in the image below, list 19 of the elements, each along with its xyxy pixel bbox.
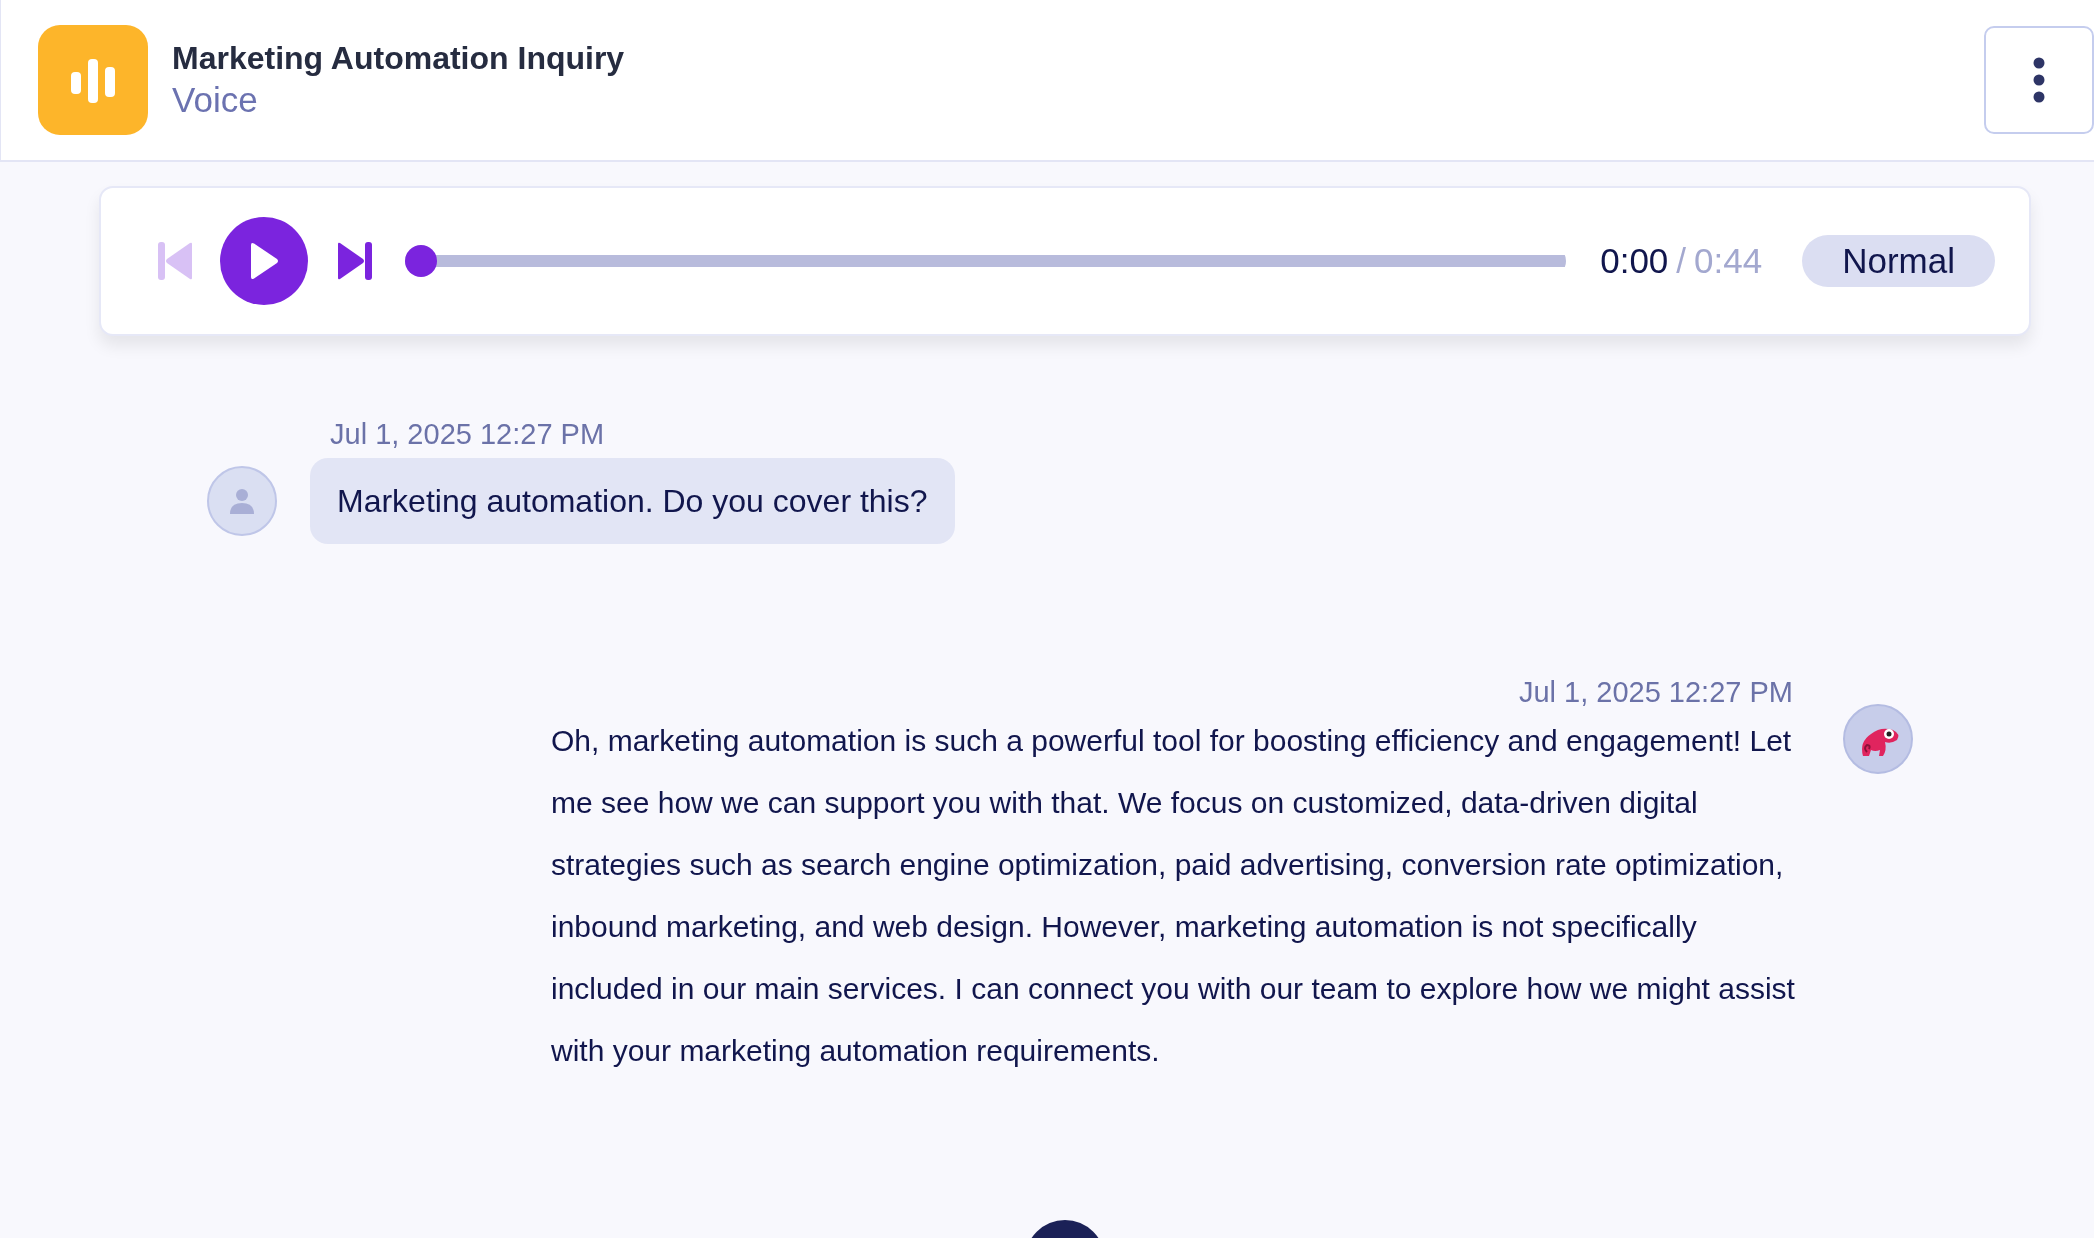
message-timestamp: Jul 1, 2025 12:27 PM [330, 417, 605, 452]
channel-label: Voice [172, 79, 259, 121]
time-separator: / [1676, 239, 1687, 282]
message-bubble: Marketing automation. Do you cover this? [310, 458, 955, 544]
total-duration: 0:44 [1694, 239, 1763, 282]
next-button[interactable] [335, 241, 375, 281]
current-time: 0:00 [1600, 239, 1669, 282]
skip-forward-icon [338, 242, 372, 280]
sound-bars-icon [69, 57, 117, 103]
playback-speed-button[interactable]: Normal [1802, 235, 1995, 287]
conversation-title: Marketing Automation Inquiry [172, 39, 625, 78]
message-timestamp: Jul 1, 2025 12:27 PM [1518, 675, 1793, 710]
message-text: Oh, marketing automation is such a powerful tool for boosting efficiency and engagement! Let me see how we can support you with that. We focus on customized, data-driven digital strategies such as search engine optimization, paid advertising, conversion rate optimization, inbound marketing, and web design. However, marketing automation is not specifically included in our main services. I can connect you with our team to explore how we might assist with your marketing automation requirements. [551, 723, 1796, 1069]
vertical-dots-icon [2033, 57, 2045, 103]
more-options-button[interactable] [1984, 26, 2094, 134]
progress-thumb[interactable] [405, 245, 437, 277]
skip-back-icon [158, 242, 192, 280]
play-icon [249, 242, 279, 280]
person-icon [229, 487, 255, 515]
